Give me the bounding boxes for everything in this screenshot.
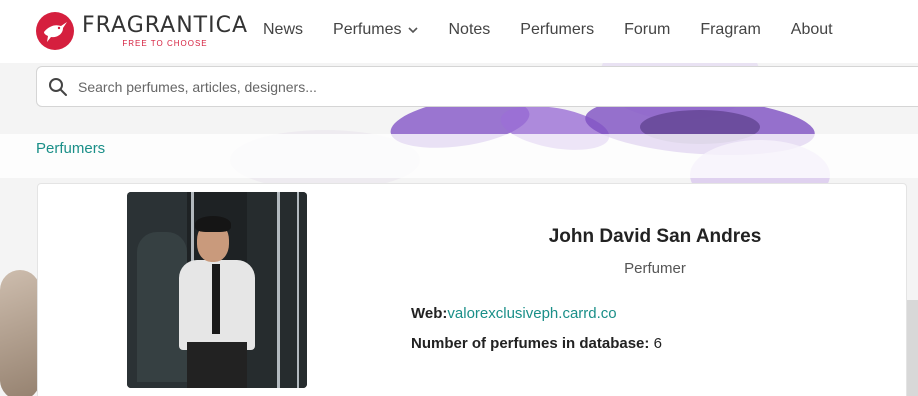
perfumer-role: Perfumer [624, 260, 686, 277]
perfumer-photo [127, 192, 307, 388]
site-logo[interactable]: FRAGRANTICA FREE TO CHOOSE [36, 12, 248, 50]
count-label: Number of perfumes in database: [411, 335, 650, 352]
search-input[interactable] [78, 78, 878, 95]
search-icon[interactable] [48, 77, 68, 97]
main-nav: News Perfumes Notes Perfumers Forum Frag… [263, 21, 863, 39]
web-label: Web: [411, 305, 448, 322]
perfumer-card: John David San Andres Perfumer Web:valor… [37, 183, 907, 396]
brand-tagline: FREE TO CHOOSE [122, 38, 208, 48]
nav-label: Fragram [700, 21, 761, 38]
perfumer-web: Web:valorexclusiveph.carrd.co [411, 305, 617, 322]
nav-label: Perfumers [520, 21, 595, 38]
nav-label: News [263, 21, 304, 38]
nav-item-about[interactable]: About [791, 21, 833, 39]
chevron-down-icon [408, 21, 419, 39]
nav-label: About [790, 21, 833, 38]
perfumer-name: John David San Andres [548, 226, 762, 247]
nav-item-notes[interactable]: Notes [448, 21, 490, 39]
nav-item-perfumers[interactable]: Perfumers [520, 21, 594, 39]
count-value: 6 [653, 335, 662, 352]
perfume-count: Number of perfumes in database: 6 [411, 335, 662, 352]
nav-item-perfumes[interactable]: Perfumes [333, 21, 419, 39]
nav-item-forum[interactable]: Forum [624, 21, 670, 39]
nav-label: Notes [448, 21, 491, 38]
nav-item-fragram[interactable]: Fragram [700, 21, 760, 39]
nav-label: Forum [624, 21, 671, 38]
nav-label: Perfumes [333, 21, 402, 38]
nav-item-news[interactable]: News [263, 21, 303, 39]
hummingbird-logo-icon [36, 12, 74, 50]
breadcrumb-perfumers-link[interactable]: Perfumers [36, 140, 105, 157]
site-header: FRAGRANTICA FREE TO CHOOSE News Perfumes… [0, 0, 918, 63]
web-link[interactable]: valorexclusiveph.carrd.co [447, 305, 616, 322]
breadcrumb-band [0, 134, 918, 178]
brand-name: FRAGRANTICA [82, 12, 248, 38]
search-bar [36, 66, 918, 107]
